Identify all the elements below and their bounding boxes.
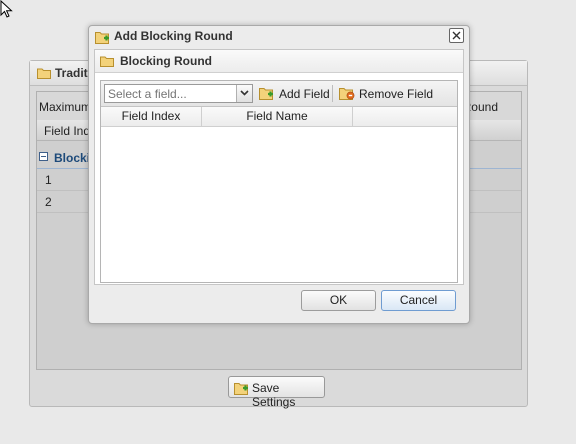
dialog-header[interactable]: Add Blocking Round <box>89 26 469 48</box>
folder-icon <box>37 68 51 79</box>
field-select-input[interactable] <box>105 85 235 102</box>
column-field-name[interactable]: Field Name <box>202 107 353 126</box>
add-field-icon <box>259 88 273 100</box>
row-index: 1 <box>45 173 52 187</box>
column-field-index[interactable]: Field Index <box>101 107 202 126</box>
remove-field-label: Remove Field <box>359 87 434 101</box>
fields-grid: Add Field Remove Field Field Index Field… <box>100 80 458 283</box>
save-icon <box>234 383 248 395</box>
dialog-title: Add Blocking Round <box>114 29 233 43</box>
folder-icon <box>100 56 114 67</box>
grid-body <box>101 127 457 282</box>
fieldset-header: Blocking Round <box>95 50 463 73</box>
fieldset-title: Blocking Round <box>120 54 212 68</box>
close-icon <box>452 31 461 40</box>
add-field-label: Add Field <box>279 87 330 101</box>
toolbar-separator <box>332 85 333 102</box>
save-settings-label: Save Settings <box>252 381 296 409</box>
chevron-down-icon <box>240 90 249 96</box>
remove-field-button[interactable]: Remove Field <box>337 85 434 103</box>
row-index: 2 <box>45 195 52 209</box>
blocking-round-fieldset: Blocking Round Add Fiel <box>94 49 464 285</box>
field-select-combo[interactable] <box>104 84 253 103</box>
cancel-button[interactable]: Cancel <box>381 290 456 311</box>
mouse-cursor-icon <box>0 0 13 18</box>
collapse-toggle-icon[interactable] <box>39 152 48 161</box>
grid-column-header: Field Index Field Name <box>101 107 457 127</box>
close-button[interactable] <box>449 28 464 43</box>
add-blocking-round-dialog: Add Blocking Round Blocking Round Select… <box>88 25 470 324</box>
folder-add-icon <box>95 32 109 44</box>
grid-toolbar: Add Field Remove Field <box>101 81 457 107</box>
ok-button[interactable]: OK <box>301 290 376 311</box>
add-field-button[interactable]: Add Field <box>257 85 330 103</box>
remove-field-icon <box>339 88 355 100</box>
save-settings-button[interactable]: Save Settings <box>228 376 325 409</box>
panel-title: Tradit <box>55 66 88 80</box>
combo-trigger[interactable] <box>236 85 252 102</box>
